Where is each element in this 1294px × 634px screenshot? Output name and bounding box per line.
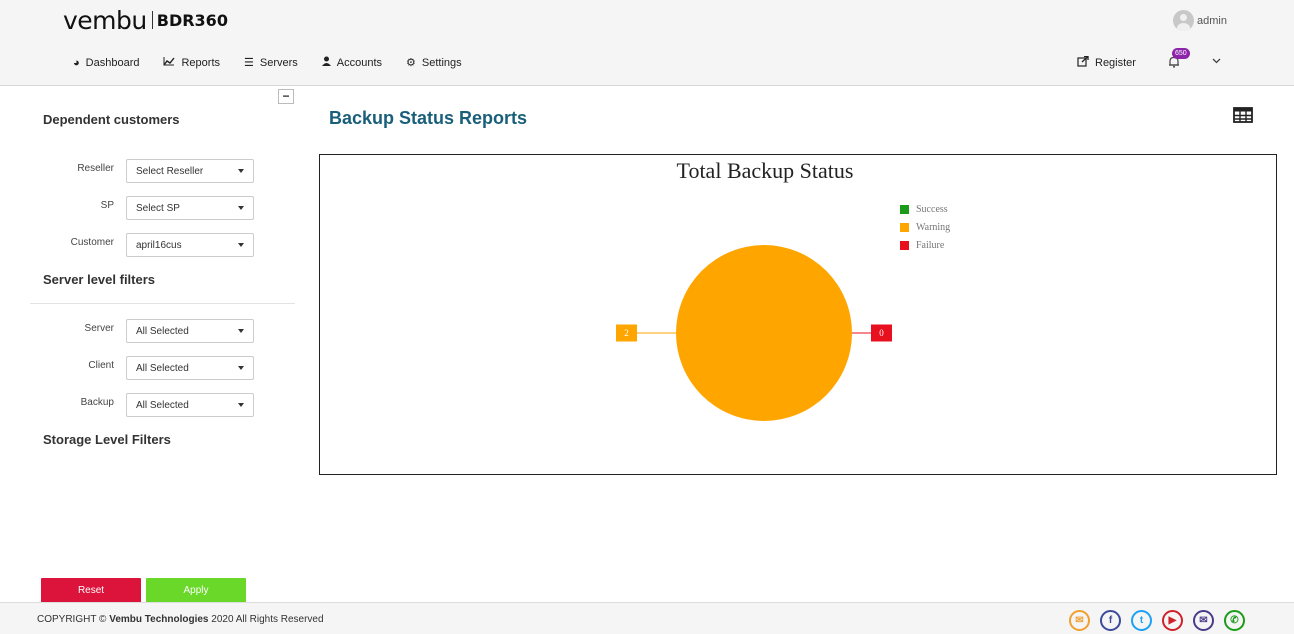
- reseller-value: Select Reseller: [136, 166, 204, 177]
- gears-icon: ⚙: [406, 57, 416, 69]
- app-footer: COPYRIGHT © Vembu Technologies 2020 All …: [0, 602, 1294, 634]
- app-header: vembu BDR360 admin ◕ Dashboard Reports ☰…: [0, 0, 1294, 86]
- filter-sidebar: − Dependent customers Reseller Select Re…: [0, 87, 300, 603]
- sp-value: Select SP: [136, 203, 180, 214]
- customer-label: Customer: [70, 237, 114, 248]
- register-label: Register: [1095, 57, 1136, 69]
- twitter-icon[interactable]: t: [1131, 610, 1152, 631]
- pie-slice-warning[interactable]: [676, 245, 852, 421]
- chevron-down-icon[interactable]: [1212, 56, 1221, 67]
- reset-button[interactable]: Reset: [41, 578, 141, 603]
- user-name: admin: [1197, 14, 1227, 27]
- backup-label: Backup: [80, 397, 114, 408]
- client-value: All Selected: [136, 363, 189, 374]
- client-select[interactable]: All Selected: [126, 356, 254, 380]
- data-label-failure: 0: [879, 328, 884, 338]
- product-name: BDR360: [156, 10, 228, 30]
- backup-select[interactable]: All Selected: [126, 393, 254, 417]
- external-link-icon: [1077, 55, 1089, 70]
- collapse-sidebar-button[interactable]: −: [278, 89, 294, 104]
- dependent-customers-title: Dependent customers: [43, 112, 180, 127]
- user-icon: [321, 56, 331, 69]
- main-nav: ◕ Dashboard Reports ☰ Servers Accounts ⚙…: [73, 56, 486, 69]
- backup-status-chart: Total Backup Status Success Warning Fail…: [319, 154, 1277, 475]
- logo-divider: [151, 11, 153, 29]
- avatar-icon: [1173, 10, 1194, 31]
- chart-line-icon: [163, 56, 176, 69]
- table-view-icon[interactable]: [1233, 107, 1253, 123]
- backup-value: All Selected: [136, 400, 189, 411]
- nav-settings-label: Settings: [421, 56, 462, 69]
- customer-select[interactable]: april16cus: [126, 233, 254, 257]
- youtube-icon[interactable]: ▶: [1162, 610, 1183, 631]
- nav-dashboard[interactable]: ◕ Dashboard: [73, 56, 139, 69]
- caret-down-icon: [238, 403, 244, 407]
- server-label: Server: [84, 323, 114, 334]
- nav-accounts[interactable]: Accounts: [321, 56, 383, 69]
- reseller-filter: Reseller Select Reseller: [0, 159, 300, 183]
- sp-select[interactable]: Select SP: [126, 196, 254, 220]
- nav-reports-label: Reports: [181, 56, 221, 69]
- notification-badge: 650: [1172, 48, 1190, 59]
- vembu-logo[interactable]: vembu BDR360: [63, 5, 228, 35]
- server-select[interactable]: All Selected: [126, 319, 254, 343]
- nav-servers[interactable]: ☰ Servers: [244, 56, 298, 70]
- caret-down-icon: [238, 366, 244, 370]
- server-filter: Server All Selected: [0, 319, 300, 343]
- phone-icon[interactable]: ✆: [1224, 610, 1245, 631]
- data-label-warning: 2: [624, 328, 629, 338]
- caret-down-icon: [238, 243, 244, 247]
- server-icon: ☰: [244, 57, 254, 69]
- user-menu[interactable]: admin: [1173, 10, 1227, 31]
- backup-filter: Backup All Selected: [0, 393, 300, 417]
- server-value: All Selected: [136, 326, 189, 337]
- page-title: Backup Status Reports: [329, 108, 528, 128]
- reseller-label: Reseller: [77, 163, 114, 174]
- facebook-icon[interactable]: f: [1100, 610, 1121, 631]
- section-divider: [30, 303, 295, 304]
- nav-dashboard-label: Dashboard: [85, 56, 140, 69]
- nav-reports[interactable]: Reports: [163, 56, 220, 69]
- customer-value: april16cus: [136, 240, 182, 251]
- register-link[interactable]: Register: [1077, 55, 1136, 70]
- caret-down-icon: [238, 206, 244, 210]
- apply-button[interactable]: Apply: [146, 578, 246, 603]
- email-icon[interactable]: ✉: [1193, 610, 1214, 631]
- client-label: Client: [88, 360, 114, 371]
- sp-filter: SP Select SP: [0, 196, 300, 220]
- reseller-select[interactable]: Select Reseller: [126, 159, 254, 183]
- copyright-suffix: 2020 All Rights Reserved: [211, 614, 324, 625]
- customer-filter: Customer april16cus: [0, 233, 300, 257]
- caret-down-icon: [238, 329, 244, 333]
- copyright-text: COPYRIGHT © Vembu Technologies 2020 All …: [37, 614, 324, 625]
- nav-servers-label: Servers: [259, 56, 298, 69]
- chat-icon[interactable]: ✉: [1069, 610, 1090, 631]
- copyright-prefix: COPYRIGHT ©: [37, 614, 107, 625]
- company-name: Vembu Technologies: [109, 614, 209, 625]
- pie-chart: 20: [616, 245, 892, 421]
- server-filters-title: Server level filters: [43, 272, 156, 287]
- nav-settings[interactable]: ⚙ Settings: [406, 56, 462, 70]
- client-filter: Client All Selected: [0, 356, 300, 380]
- storage-filters-title: Storage Level Filters: [43, 432, 171, 447]
- brand-name: vembu: [63, 5, 147, 35]
- nav-accounts-label: Accounts: [336, 56, 383, 69]
- dashboard-icon: ◕: [73, 56, 80, 69]
- caret-down-icon: [238, 169, 244, 173]
- sp-label: SP: [100, 200, 114, 211]
